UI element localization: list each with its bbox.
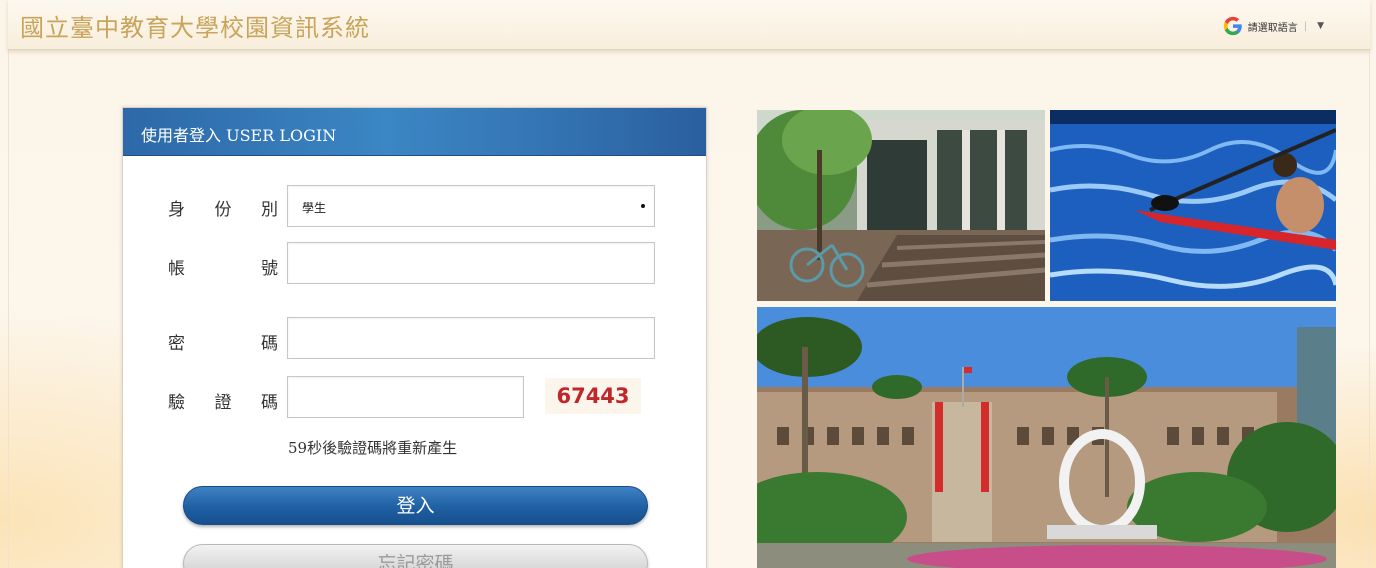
captcha-refresh-hint: 59秒後驗證碼將重新產生 xyxy=(288,439,458,457)
translate-divider: | xyxy=(1303,20,1308,32)
site-header: 國立臺中教育大學校園資訊系統 請選取語言 | ▼ xyxy=(8,0,1370,50)
identity-label: 身 份 別 xyxy=(168,200,278,220)
captcha-image: 67443 xyxy=(545,378,641,414)
campus-building-photo xyxy=(757,110,1045,301)
login-button[interactable]: 登入 xyxy=(183,486,648,525)
account-input[interactable] xyxy=(287,242,655,284)
forgot-password-button[interactable]: 忘記密碼 xyxy=(183,544,648,568)
password-label: 密 碼 xyxy=(168,334,278,354)
captcha-label: 驗 證 碼 xyxy=(168,393,278,413)
account-label: 帳 號 xyxy=(168,259,278,279)
dropdown-dot-icon xyxy=(641,204,645,208)
translate-label[interactable]: 請選取語言 xyxy=(1248,19,1298,34)
login-panel: 使用者登入 USER LOGIN 身 份 別 學生 帳 號 密 碼 驗 證 碼 … xyxy=(122,107,707,568)
kayak-photo xyxy=(1050,110,1336,301)
chevron-down-icon[interactable]: ▼ xyxy=(1317,21,1324,31)
google-translate-widget[interactable]: 請選取語言 | ▼ xyxy=(1222,15,1324,37)
identity-select[interactable]: 學生 xyxy=(287,185,655,227)
password-input[interactable] xyxy=(287,317,655,359)
campus-main-building-photo xyxy=(757,307,1336,568)
login-panel-title: 使用者登入 USER LOGIN xyxy=(123,108,706,156)
captcha-input[interactable] xyxy=(287,376,524,418)
site-title: 國立臺中教育大學校園資訊系統 xyxy=(20,14,370,42)
identity-select-value: 學生 xyxy=(302,201,327,215)
google-g-icon xyxy=(1223,16,1242,36)
